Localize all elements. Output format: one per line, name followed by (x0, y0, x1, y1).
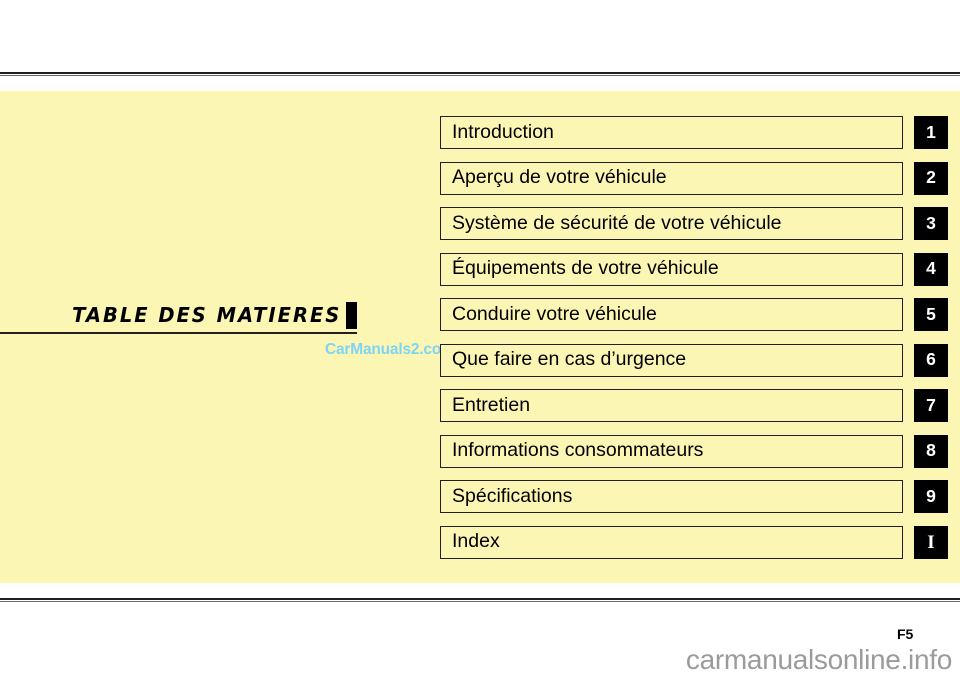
toc-tab-label: 2 (926, 167, 936, 188)
toc-tab-2[interactable]: 2 (914, 161, 948, 195)
header-rule-hairline (0, 75, 960, 76)
toc-entry-label: Système de sécurité de votre véhicule (452, 211, 782, 234)
toc-entry-introduction[interactable]: Introduction (440, 116, 903, 149)
toc-row[interactable]: Système de sécurité de votre véhicule 3 (440, 207, 949, 240)
watermark-footer: carmanualsonline.info (685, 644, 952, 675)
toc-title-block: TABLE DES MATIERES (0, 300, 360, 340)
toc-entry-label: Que faire en cas d’urgence (452, 348, 687, 371)
toc-entry-label: Équipements de votre véhicule (452, 257, 719, 280)
toc-entry-label: Spécifications (452, 484, 573, 507)
toc-tab-label: 6 (926, 349, 936, 370)
toc-tab-index[interactable]: I (914, 525, 948, 559)
toc-row[interactable]: Introduction 1 (440, 116, 949, 149)
toc-tab-label: 7 (926, 394, 936, 415)
toc-entry-label: Introduction (452, 120, 554, 143)
toc-tab-label: 8 (926, 440, 936, 461)
header-rule (0, 72, 960, 74)
page-number: F5 (897, 626, 914, 642)
watermark-overlay: CarManuals2.com (325, 341, 455, 358)
toc-entry-label: Entretien (452, 393, 531, 416)
toc-entry-conduire[interactable]: Conduire votre véhicule (440, 298, 903, 331)
toc-tab-1[interactable]: 1 (914, 116, 948, 149)
toc-entry-index[interactable]: Index (440, 525, 903, 559)
toc-tab-9[interactable]: 9 (914, 480, 948, 513)
toc-tab-6[interactable]: 6 (914, 343, 948, 377)
toc-tab-7[interactable]: 7 (914, 389, 948, 422)
toc-tab-label: 1 (926, 121, 936, 142)
toc-row[interactable]: Entretien 7 (440, 389, 949, 422)
footer-rule (0, 598, 960, 600)
toc-title-row: TABLE DES MATIERES (0, 300, 357, 330)
footer-rule-hairline (0, 601, 960, 602)
title-underline (0, 332, 357, 334)
toc-row[interactable]: Spécifications 9 (440, 480, 949, 513)
toc-entry-equipements[interactable]: Équipements de votre véhicule (440, 252, 903, 286)
toc-row[interactable]: Aperçu de votre véhicule 2 (440, 161, 949, 195)
toc-row[interactable]: Index I (440, 525, 949, 559)
title-square-marker (346, 301, 357, 329)
toc-tab-label: I (927, 531, 935, 553)
toc-list: Introduction 1 Aperçu de votre véhicule … (440, 116, 949, 571)
toc-entry-entretien[interactable]: Entretien (440, 389, 903, 422)
toc-tab-3[interactable]: 3 (914, 207, 948, 240)
toc-tab-4[interactable]: 4 (914, 252, 948, 286)
toc-tab-label: 3 (926, 212, 936, 233)
toc-row[interactable]: Que faire en cas d’urgence 6 (440, 343, 949, 377)
toc-row[interactable]: Informations consommateurs 8 (440, 434, 949, 468)
toc-entry-apercu[interactable]: Aperçu de votre véhicule (440, 161, 903, 195)
toc-tab-label: 9 (926, 485, 936, 506)
toc-tab-8[interactable]: 8 (914, 434, 948, 468)
page-title: TABLE DES MATIERES (71, 302, 341, 327)
toc-row[interactable]: Équipements de votre véhicule 4 (440, 252, 949, 286)
toc-tab-5[interactable]: 5 (914, 298, 948, 331)
toc-tab-label: 4 (926, 258, 936, 279)
toc-entry-specifications[interactable]: Spécifications (440, 480, 903, 513)
toc-tab-label: 5 (926, 303, 936, 324)
toc-entry-label: Conduire votre véhicule (452, 302, 657, 325)
toc-entry-informations[interactable]: Informations consommateurs (440, 434, 903, 468)
toc-entry-label: Informations consommateurs (452, 439, 704, 462)
toc-entry-urgence[interactable]: Que faire en cas d’urgence (440, 343, 903, 377)
toc-entry-systeme-securite[interactable]: Système de sécurité de votre véhicule (440, 207, 903, 240)
toc-entry-label: Aperçu de votre véhicule (452, 166, 667, 189)
toc-row[interactable]: Conduire votre véhicule 5 (440, 298, 949, 331)
toc-entry-label: Index (452, 530, 500, 553)
